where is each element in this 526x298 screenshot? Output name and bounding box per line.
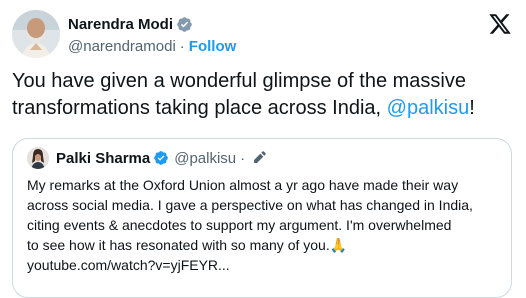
quoted-author-name: Palki Sharma	[56, 149, 151, 167]
verified-badge-icon	[154, 151, 169, 165]
edited-pencil-icon	[254, 151, 266, 163]
author-name-row: Narendra Modi	[68, 14, 236, 34]
quoted-author-avatar	[27, 147, 49, 169]
separator-dot: ·	[240, 149, 246, 167]
quoted-text-line: to see how it has resonated with so many…	[27, 237, 348, 253]
author-handle[interactable]: @narendramodi	[68, 38, 176, 55]
tweet-text: You have given a wonderful glimpse of th…	[12, 68, 512, 122]
tweet-text-end: !	[469, 97, 475, 119]
quoted-author-handle: @palkisu	[174, 149, 237, 167]
quoted-text-line: My remarks at the Oxford Union almost a …	[27, 177, 459, 193]
author-info: Narendra Modi @narendramodi · Follow	[68, 14, 236, 56]
x-logo-icon[interactable]	[488, 12, 512, 36]
quoted-text-line: across social media. I gave a perspectiv…	[27, 197, 473, 213]
quoted-tweet-text: My remarks at the Oxford Union almost a …	[27, 175, 503, 275]
quoted-tweet-header: Palki Sharma @palkisu ·	[27, 147, 267, 169]
quoted-tweet[interactable]: Palki Sharma @palkisu · My remarks at th…	[12, 138, 512, 298]
author-name[interactable]: Narendra Modi	[68, 16, 173, 33]
follow-button[interactable]: Follow	[189, 38, 237, 55]
separator-dot: ·	[179, 37, 185, 55]
quoted-text-line: citing events & anecdotes to support my …	[27, 217, 452, 233]
tweet-card: Narendra Modi @narendramodi · Follow You…	[0, 0, 526, 298]
tweet-header: Narendra Modi @narendramodi · Follow	[12, 10, 514, 60]
verified-badge-icon	[177, 16, 192, 32]
author-avatar[interactable]	[12, 10, 60, 58]
quoted-link[interactable]: youtube.com/watch?v=yjFEYR...	[27, 255, 503, 275]
author-handle-row: @narendramodi · Follow	[68, 36, 236, 56]
mention-link[interactable]: @palkisu	[387, 97, 470, 119]
